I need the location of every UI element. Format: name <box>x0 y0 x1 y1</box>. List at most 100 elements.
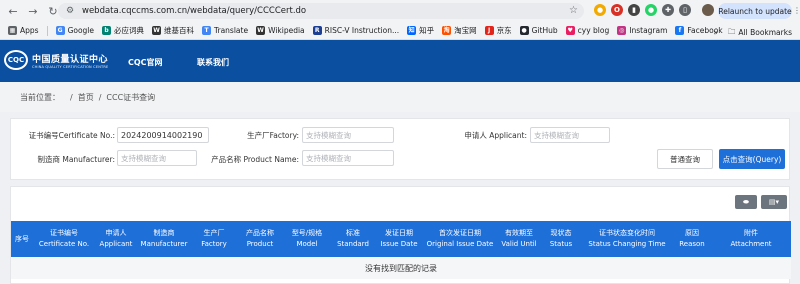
bookmark-item[interactable]: W Wikipedia <box>256 26 305 35</box>
bookmark-label: 维基百科 <box>164 26 195 35</box>
github-icon: ● <box>519 26 529 35</box>
toggle-icon: ⬬ <box>743 197 749 206</box>
profile-avatar[interactable] <box>702 4 714 16</box>
heart-icon: ♥ <box>565 26 575 35</box>
bookmark-label: 知乎 <box>419 26 435 35</box>
wikipedia-icon: W <box>152 26 162 35</box>
results-panel: ⬬ ▤▾ 序号 证书编号 Certificate No. 申请人 Applicant 制造… <box>10 186 791 284</box>
bookmark-label: Instagram <box>629 26 668 35</box>
whatsapp-extension-icon[interactable]: ● <box>645 4 657 16</box>
bookmark-item[interactable]: T Translate <box>202 26 248 35</box>
column-header[interactable]: 申请人 Applicant <box>95 221 137 257</box>
column-header[interactable]: 现状态 Status <box>541 221 581 257</box>
address-bar[interactable]: ⚙ webdata.cqccms.com.cn/webdata/query/CC… <box>58 3 584 19</box>
column-header-cn: 附件 <box>744 229 758 237</box>
bookmark-label: GitHub <box>531 26 558 35</box>
product-name-input[interactable]: 支持模糊查询 <box>302 150 394 166</box>
column-header[interactable]: 制造商 Manufacturer <box>137 221 191 257</box>
column-header[interactable]: 证书状态变化时间 Status Changing Time <box>581 221 673 257</box>
cert-no-input[interactable]: 2024200914002190 <box>117 127 209 143</box>
column-header-en: Applicant <box>99 240 133 248</box>
forward-icon[interactable]: → <box>26 4 40 18</box>
column-header[interactable]: 序号 <box>11 221 33 257</box>
normal-query-button[interactable]: 普通查询 <box>657 149 713 169</box>
column-header-en: Manufacturer <box>140 240 188 248</box>
bookmark-item[interactable]: J 京东 <box>484 25 512 36</box>
taobao-icon: 淘 <box>442 26 452 35</box>
bookmark-item[interactable]: ◎ Instagram <box>617 26 667 35</box>
relaunch-button[interactable]: Relaunch to update <box>718 3 792 19</box>
column-header-cn: 申请人 <box>105 229 127 237</box>
applicant-input[interactable]: 支持模糊查询 <box>530 127 610 143</box>
bookmark-item[interactable]: ♥ cyy blog <box>565 26 610 35</box>
column-header-cn: 制造商 <box>153 229 175 237</box>
breadcrumb-home[interactable]: 首页 <box>78 92 94 103</box>
toggle-view-button[interactable]: ⬬ <box>735 195 757 209</box>
bookmark-item[interactable]: G Google <box>55 26 94 35</box>
riscv-icon: R <box>312 26 322 35</box>
bookmark-item[interactable]: W 维基百科 <box>152 25 194 36</box>
opera-extension-icon[interactable]: O <box>611 4 623 16</box>
bookmark-label: cyy blog <box>577 26 610 35</box>
breadcrumb: 当前位置： / 首页 / CCC证书查询 <box>0 82 800 112</box>
bookmark-label: Wikipedia <box>268 26 305 35</box>
column-header[interactable]: 型号/规格 Model <box>283 221 331 257</box>
column-header[interactable]: 生产厂 Factory <box>191 221 237 257</box>
bookmark-item[interactable]: ▦ Apps <box>8 26 39 35</box>
columns-dropdown-button[interactable]: ▤▾ <box>761 195 787 209</box>
bookmark-label: Translate <box>214 26 249 35</box>
results-table-header: 序号 证书编号 Certificate No. 申请人 Applicant 制造商 Manu… <box>11 221 791 257</box>
extension-icon[interactable]: ▮ <box>628 4 640 16</box>
bookmark-star-icon[interactable]: ☆ <box>569 5 578 16</box>
column-header-en: Valid Until <box>501 240 537 248</box>
column-header[interactable]: 证书编号 Certificate No. <box>33 221 95 257</box>
site-header: CQC 中国质量认证中心 CHINA QUALITY CERTIFICATION… <box>0 40 800 82</box>
bookmark-label: 必应词典 <box>114 26 145 35</box>
bookmark-item[interactable]: ● GitHub <box>519 26 558 35</box>
column-header[interactable]: 标准 Standard <box>331 221 375 257</box>
query-button[interactable]: 点击查询(Query) <box>719 149 785 169</box>
factory-label: 生产厂Factory: <box>247 131 299 140</box>
more-bookmarks-icon[interactable]: » <box>713 28 718 37</box>
column-header[interactable]: 有效期至 Valid Until <box>497 221 541 257</box>
column-header[interactable]: 产品名称 Product <box>237 221 283 257</box>
puzzle-extensions-icon[interactable]: ✚ <box>662 4 674 16</box>
wikipedia-icon: W <box>256 26 266 35</box>
empty-message: 没有找到匹配的记录 <box>11 257 791 279</box>
breadcrumb-current: CCC证书查询 <box>106 92 156 102</box>
column-header[interactable]: 首次发证日期 Original Issue Date <box>423 221 497 257</box>
apps-grid-icon: ▦ <box>8 26 17 35</box>
logo-subtitle: CHINA QUALITY CERTIFICATION CENTRE <box>32 64 109 69</box>
column-header[interactable]: 附件 Attachment <box>711 221 791 257</box>
product-name-label: 产品名称 Product Name: <box>211 155 299 164</box>
extension-icon[interactable]: ● <box>594 4 606 16</box>
bookmark-label: Apps <box>20 26 39 35</box>
factory-input[interactable]: 支持模糊查询 <box>302 127 394 143</box>
column-header-en: Standard <box>337 240 369 248</box>
nav-contact-us[interactable]: 联系我们 <box>197 57 229 68</box>
back-icon[interactable]: ← <box>6 4 20 18</box>
cqc-logo-icon: CQC <box>4 50 28 70</box>
sidebar-icon[interactable]: ▯ <box>679 4 691 16</box>
column-header-en: Status Changing Time <box>588 240 666 248</box>
bookmark-item[interactable]: 淘淘宝网 <box>442 25 477 36</box>
instagram-icon: ◎ <box>617 26 627 35</box>
bookmark-item[interactable]: R RISC-V Instruction... <box>312 26 399 35</box>
manufacturer-input[interactable]: 支持模糊查询 <box>117 150 197 166</box>
column-header-cn: 型号/规格 <box>291 229 323 237</box>
bookmark-item[interactable]: b 必应词典 <box>102 25 144 36</box>
folder-icon: 🗀 <box>727 27 736 36</box>
column-header-en: Product <box>246 240 274 248</box>
column-header[interactable]: 发证日期 Issue Date <box>375 221 423 257</box>
more-menu-icon[interactable]: ⋮ <box>793 6 800 15</box>
all-bookmarks-link[interactable]: All Bookmarks <box>738 28 792 37</box>
column-header-cn: 原因 <box>685 229 699 237</box>
column-header[interactable]: 原因 Reason <box>673 221 711 257</box>
site-settings-icon[interactable]: ⚙ <box>64 5 76 17</box>
bookmark-item[interactable]: 知知乎 <box>407 25 434 36</box>
column-header-en: Issue Date <box>380 240 418 248</box>
cqc-logo[interactable]: CQC 中国质量认证中心 CHINA QUALITY CERTIFICATION… <box>4 50 108 70</box>
nav-cqc-official[interactable]: CQC官网 <box>128 57 163 68</box>
columns-icon: ▤▾ <box>768 198 780 206</box>
breadcrumb-prefix: 当前位置： <box>20 92 60 102</box>
